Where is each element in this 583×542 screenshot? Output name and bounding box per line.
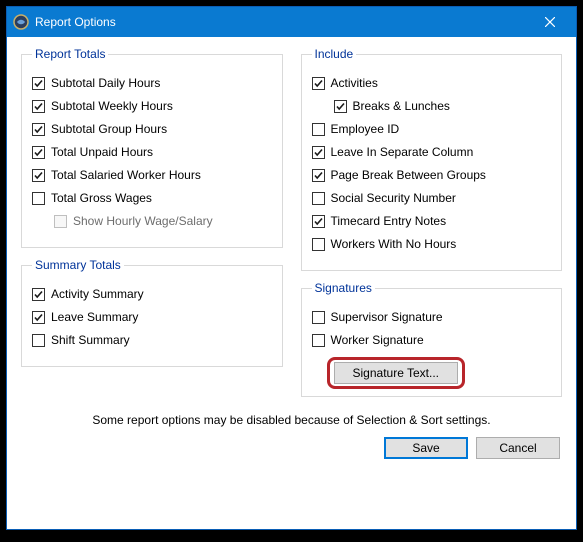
- checkbox-breaks-lunches[interactable]: [334, 100, 347, 113]
- checkbox-worker-signature-label: Worker Signature: [331, 333, 424, 347]
- checkbox-total-salaried-worker-hours-label: Total Salaried Worker Hours: [51, 168, 201, 182]
- checkbox-workers-no-hours-row: Workers With No Hours: [312, 237, 552, 251]
- checkbox-supervisor-signature[interactable]: [312, 311, 325, 324]
- dialog-body: Report Totals Subtotal Daily Hours Subtot…: [7, 37, 576, 529]
- checkbox-leave-separate-column-label: Leave In Separate Column: [331, 145, 474, 159]
- checkbox-total-gross-wages[interactable]: [32, 192, 45, 205]
- checkbox-timecard-entry-notes[interactable]: [312, 215, 325, 228]
- checkbox-activity-summary-row: Activity Summary: [32, 287, 272, 301]
- checkbox-activity-summary-label: Activity Summary: [51, 287, 144, 301]
- legend-summary-totals: Summary Totals: [32, 258, 124, 272]
- groupbox-report-totals: Report Totals Subtotal Daily Hours Subtot…: [21, 47, 283, 248]
- checkbox-workers-no-hours[interactable]: [312, 238, 325, 251]
- checkbox-subtotal-daily-hours[interactable]: [32, 77, 45, 90]
- save-button[interactable]: Save: [384, 437, 468, 459]
- checkbox-activities-label: Activities: [331, 76, 378, 90]
- titlebar: Report Options: [7, 7, 576, 37]
- checkbox-subtotal-daily-hours-row: Subtotal Daily Hours: [32, 76, 272, 90]
- checkbox-show-hourly-wage-salary-label: Show Hourly Wage/Salary: [73, 214, 213, 228]
- checkbox-leave-summary-row: Leave Summary: [32, 310, 272, 324]
- checkbox-timecard-entry-notes-row: Timecard Entry Notes: [312, 214, 552, 228]
- app-icon: [13, 14, 29, 30]
- checkbox-total-unpaid-hours[interactable]: [32, 146, 45, 159]
- checkbox-supervisor-signature-row: Supervisor Signature: [312, 310, 552, 324]
- legend-signatures: Signatures: [312, 281, 375, 295]
- checkbox-page-break-groups-label: Page Break Between Groups: [331, 168, 486, 182]
- groupbox-signatures: Signatures Supervisor Signature Worker Si…: [301, 281, 563, 397]
- checkbox-ssn-label: Social Security Number: [331, 191, 456, 205]
- window-title: Report Options: [35, 15, 528, 29]
- checkbox-breaks-lunches-label: Breaks & Lunches: [353, 99, 450, 113]
- groupbox-summary-totals: Summary Totals Activity Summary Leave Sum…: [21, 258, 283, 367]
- checkbox-total-salaried-worker-hours[interactable]: [32, 169, 45, 182]
- checkbox-employee-id[interactable]: [312, 123, 325, 136]
- checkbox-activities[interactable]: [312, 77, 325, 90]
- signature-text-button[interactable]: Signature Text...: [334, 362, 459, 384]
- checkbox-subtotal-weekly-hours-row: Subtotal Weekly Hours: [32, 99, 272, 113]
- checkbox-total-gross-wages-row: Total Gross Wages: [32, 191, 272, 205]
- checkbox-show-hourly-wage-salary-row: Show Hourly Wage/Salary: [54, 214, 272, 228]
- checkbox-leave-separate-column[interactable]: [312, 146, 325, 159]
- checkbox-subtotal-group-hours-label: Subtotal Group Hours: [51, 122, 167, 136]
- checkbox-employee-id-label: Employee ID: [331, 122, 400, 136]
- checkbox-subtotal-group-hours[interactable]: [32, 123, 45, 136]
- legend-include: Include: [312, 47, 357, 61]
- checkbox-shift-summary-row: Shift Summary: [32, 333, 272, 347]
- checkbox-worker-signature-row: Worker Signature: [312, 333, 552, 347]
- checkbox-ssn[interactable]: [312, 192, 325, 205]
- close-icon: [545, 17, 555, 27]
- checkbox-leave-summary[interactable]: [32, 311, 45, 324]
- checkbox-workers-no-hours-label: Workers With No Hours: [331, 237, 457, 251]
- close-button[interactable]: [528, 8, 572, 36]
- checkbox-activities-row: Activities: [312, 76, 552, 90]
- button-bar: Save Cancel: [21, 437, 562, 459]
- checkbox-activity-summary[interactable]: [32, 288, 45, 301]
- checkbox-subtotal-daily-hours-label: Subtotal Daily Hours: [51, 76, 160, 90]
- checkbox-leave-separate-column-row: Leave In Separate Column: [312, 145, 552, 159]
- checkbox-ssn-row: Social Security Number: [312, 191, 552, 205]
- checkbox-subtotal-weekly-hours[interactable]: [32, 100, 45, 113]
- checkbox-leave-summary-label: Leave Summary: [51, 310, 138, 324]
- checkbox-breaks-lunches-row: Breaks & Lunches: [334, 99, 552, 113]
- checkbox-show-hourly-wage-salary: [54, 215, 67, 228]
- checkbox-page-break-groups[interactable]: [312, 169, 325, 182]
- checkbox-worker-signature[interactable]: [312, 334, 325, 347]
- checkbox-total-unpaid-hours-row: Total Unpaid Hours: [32, 145, 272, 159]
- checkbox-subtotal-group-hours-row: Subtotal Group Hours: [32, 122, 272, 136]
- checkbox-page-break-groups-row: Page Break Between Groups: [312, 168, 552, 182]
- dialog-window: Report Options Report Totals Subtotal Da…: [6, 6, 577, 530]
- checkbox-subtotal-weekly-hours-label: Subtotal Weekly Hours: [51, 99, 173, 113]
- checkbox-total-gross-wages-label: Total Gross Wages: [51, 191, 152, 205]
- checkbox-total-salaried-worker-hours-row: Total Salaried Worker Hours: [32, 168, 272, 182]
- groupbox-include: Include Activities Breaks & Lunches Empl…: [301, 47, 563, 271]
- checkbox-employee-id-row: Employee ID: [312, 122, 552, 136]
- checkbox-timecard-entry-notes-label: Timecard Entry Notes: [331, 214, 447, 228]
- checkbox-shift-summary[interactable]: [32, 334, 45, 347]
- footer-note: Some report options may be disabled beca…: [21, 413, 562, 427]
- checkbox-supervisor-signature-label: Supervisor Signature: [331, 310, 443, 324]
- legend-report-totals: Report Totals: [32, 47, 108, 61]
- cancel-button[interactable]: Cancel: [476, 437, 560, 459]
- checkbox-total-unpaid-hours-label: Total Unpaid Hours: [51, 145, 153, 159]
- checkbox-shift-summary-label: Shift Summary: [51, 333, 130, 347]
